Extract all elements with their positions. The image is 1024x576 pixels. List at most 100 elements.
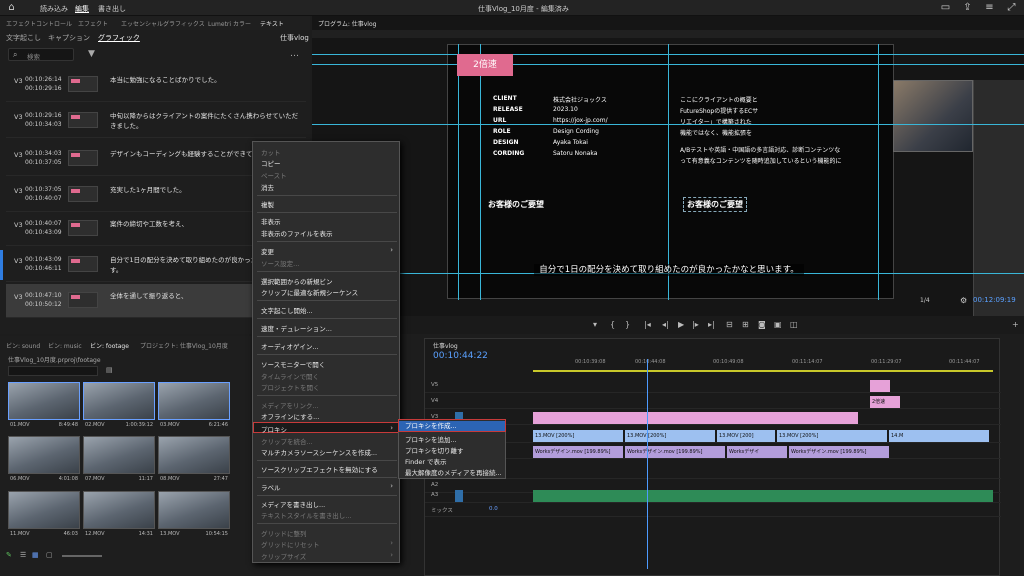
caption-row[interactable]: V3 00:10:29:16 00:10:34:03 中旬以降からはクライアント… — [6, 104, 306, 138]
clip-thumbnail[interactable]: 06.MOV 4:01:08 — [8, 436, 80, 486]
tab-bin-footage[interactable]: ビン: footage — [90, 341, 129, 350]
add-button-icon[interactable]: + — [1012, 320, 1019, 329]
marker-icon[interactable]: ▾ — [593, 320, 597, 329]
new-bin-icon[interactable]: ▤ — [106, 366, 113, 374]
submenu-item-detach-proxy[interactable]: プロキシを切り離す — [405, 445, 464, 455]
tab-bin-sound[interactable]: ビン: sound — [6, 341, 40, 350]
subtab-captions[interactable]: キャプション — [48, 33, 90, 43]
track-target[interactable] — [455, 490, 463, 502]
menu-item-new-sequence-from-clip[interactable]: クリップに最適な新規シーケンス — [261, 287, 358, 297]
tab-effects[interactable]: エフェクト — [78, 19, 108, 28]
vr-icon[interactable]: ◫ — [790, 320, 798, 329]
menu-item-label[interactable]: ラベル — [261, 482, 281, 492]
step-back-icon[interactable]: ◂| — [662, 320, 669, 329]
track-v5[interactable]: V5 — [425, 379, 1001, 393]
zoom-select[interactable]: 1/4 — [920, 297, 930, 304]
clip-thumbnail[interactable]: 12.MOV 14:31 — [83, 491, 155, 541]
freeform-view-icon[interactable]: ▢ — [46, 551, 53, 559]
lift-icon[interactable]: ⊟ — [726, 320, 733, 329]
menu-item-proxy[interactable]: プロキシ — [261, 424, 287, 434]
clip-segment[interactable]: Worksデザイン.mov [199.89%] — [625, 446, 725, 458]
program-frame[interactable]: CLIENT 株式会社ジョックス RELEASE 2023.10 URL htt… — [447, 44, 1024, 320]
comparison-icon[interactable]: ▣ — [774, 320, 782, 329]
menu-item-make-offline[interactable]: オフラインにする... — [261, 411, 319, 421]
mark-in-icon[interactable]: { — [610, 320, 615, 329]
menu-item-duplicate[interactable]: 複製 — [261, 199, 274, 209]
menu-item-export-media[interactable]: メディアを書き出し... — [261, 499, 325, 509]
icon-view-icon[interactable]: ▦ — [32, 551, 39, 559]
tab-bin-music[interactable]: ビン: music — [48, 341, 82, 350]
subtab-transcript[interactable]: 文字起こし — [6, 33, 41, 43]
mix-value[interactable]: 0.0 — [489, 506, 498, 512]
wrench-icon[interactable]: ⚙ — [960, 296, 967, 305]
menu-item-disable-source-effects[interactable]: ソースクリップエフェクトを無効にする — [261, 464, 378, 474]
step-forward-icon[interactable]: |▸ — [692, 320, 699, 329]
track-a1[interactable]: A1 — [425, 465, 1001, 479]
tab-essential-graphics[interactable]: エッセンシャルグラフィックス — [121, 19, 205, 28]
nav-export[interactable]: 書き出し — [98, 4, 126, 14]
tab-text[interactable]: テキスト — [260, 19, 284, 28]
clip-thumbnail[interactable]: 11.MOV 46:03 — [8, 491, 80, 541]
mark-out-icon[interactable]: } — [625, 320, 630, 329]
clip-segment[interactable]: Worksデザイン.mov [199.89%] — [789, 446, 889, 458]
play-icon[interactable]: ▶ — [678, 320, 684, 329]
more-icon[interactable]: … — [290, 49, 299, 59]
notifications-icon[interactable]: ≡ — [984, 2, 995, 13]
track-v4[interactable]: V4 2倍速 — [425, 395, 1001, 409]
menu-item-create-multicam[interactable]: マルチカメラソースシーケンスを作成... — [261, 447, 377, 457]
search-input[interactable]: ⌕ 検索 — [8, 48, 74, 61]
menu-item-audio-gain[interactable]: オーディオゲイン... — [261, 341, 319, 351]
playhead[interactable] — [647, 359, 648, 569]
tab-lumetri[interactable]: Lumetri カラー — [208, 19, 251, 28]
clip-thumbnail[interactable]: 13.MOV 10:54:15 — [158, 491, 230, 541]
submenu-item-reconnect-full-res[interactable]: 最大解像度のメディアを再接続... — [405, 467, 502, 477]
clip-segment[interactable] — [870, 380, 890, 392]
track-v2[interactable]: V2 13.MOV [200%] 13.MOV [200%] 13.MOV [2… — [425, 429, 1001, 443]
clip-segment[interactable]: 13.MOV [200%] — [777, 430, 887, 442]
subtab-graphics[interactable]: グラフィック — [98, 33, 140, 43]
clip-thumbnail[interactable]: 02.MOV 1:00:39:12 — [83, 382, 155, 432]
clip-thumbnail[interactable]: 08.MOV 27:47 — [158, 436, 230, 486]
track-a3[interactable]: A3 — [425, 489, 1001, 503]
track-v3[interactable]: V3 — [425, 411, 1001, 425]
menu-item-speed-duration[interactable]: 速度・デュレーション... — [261, 323, 332, 333]
menu-item-modify[interactable]: 変更 — [261, 246, 274, 256]
menu-item-start-transcription[interactable]: 文字起こし開始... — [261, 305, 313, 315]
clip-thumbnail[interactable]: 03.MOV 6:21:46 — [158, 382, 230, 432]
work-area-bar[interactable] — [533, 370, 993, 372]
menu-item-clear[interactable]: 消去 — [261, 182, 274, 192]
pencil-icon[interactable]: ✎ — [6, 551, 12, 559]
camera-icon[interactable]: ◙ — [758, 320, 766, 329]
clip-thumbnail[interactable]: 01.MOV 8:49:48 — [8, 382, 80, 432]
nav-import[interactable]: 読み込み — [40, 4, 68, 14]
clip-segment[interactable] — [533, 412, 858, 424]
extract-icon[interactable]: ⊞ — [742, 320, 749, 329]
clip-segment[interactable]: 13.MOV [200] — [717, 430, 775, 442]
clip-segment[interactable]: Worksデザイン.mov [199.89%] — [533, 446, 623, 458]
menu-item-new-bin-from-selection[interactable]: 選択範囲からの新規ビン — [261, 276, 333, 286]
go-to-out-icon[interactable]: ▸| — [708, 320, 715, 329]
caption-row[interactable]: V3 00:10:26:14 00:10:29:16 本当に勉強になることばかり… — [6, 68, 306, 102]
list-view-icon[interactable]: ☰ — [20, 551, 26, 559]
heading-right-selected[interactable]: お客様のご要望 — [683, 197, 747, 212]
filter-icon[interactable]: ▼ — [88, 49, 95, 59]
clip-thumbnail[interactable]: 07.MOV 11:17 — [83, 436, 155, 486]
timeline-sequence-tab[interactable]: 仕事vlog — [433, 341, 458, 350]
nav-edit[interactable]: 編集 — [75, 4, 89, 14]
track-v1[interactable]: V1 Worksデザイン.mov [199.89%] Worksデザイン.mov… — [425, 445, 1001, 459]
menu-item-open-in-source-monitor[interactable]: ソースモニターで開く — [261, 359, 325, 369]
menu-item-copy[interactable]: コピー — [261, 158, 281, 168]
tab-project[interactable]: プロジェクト: 仕事Vlog_10月度 — [140, 341, 228, 350]
menu-item-hide[interactable]: 非表示 — [261, 216, 281, 226]
go-to-in-icon[interactable]: |◂ — [644, 320, 651, 329]
audio-clip[interactable] — [533, 490, 993, 502]
share-icon[interactable]: ⇪ — [962, 2, 973, 13]
home-icon[interactable]: ⌂ — [6, 2, 17, 13]
submenu-item-attach-proxy[interactable]: プロキシを追加... — [405, 434, 457, 444]
bin-search-input[interactable] — [8, 366, 98, 376]
clip-segment[interactable]: 13.MOV [200%] — [533, 430, 623, 442]
submenu-item-reveal-in-finder[interactable]: Finder で表示 — [405, 456, 447, 466]
timeline-timecode[interactable]: 00:10:44:22 — [433, 351, 488, 361]
fullscreen-icon[interactable]: ⤢ — [1006, 2, 1017, 13]
menu-item-show-hidden[interactable]: 非表示のファイルを表示 — [261, 228, 333, 238]
